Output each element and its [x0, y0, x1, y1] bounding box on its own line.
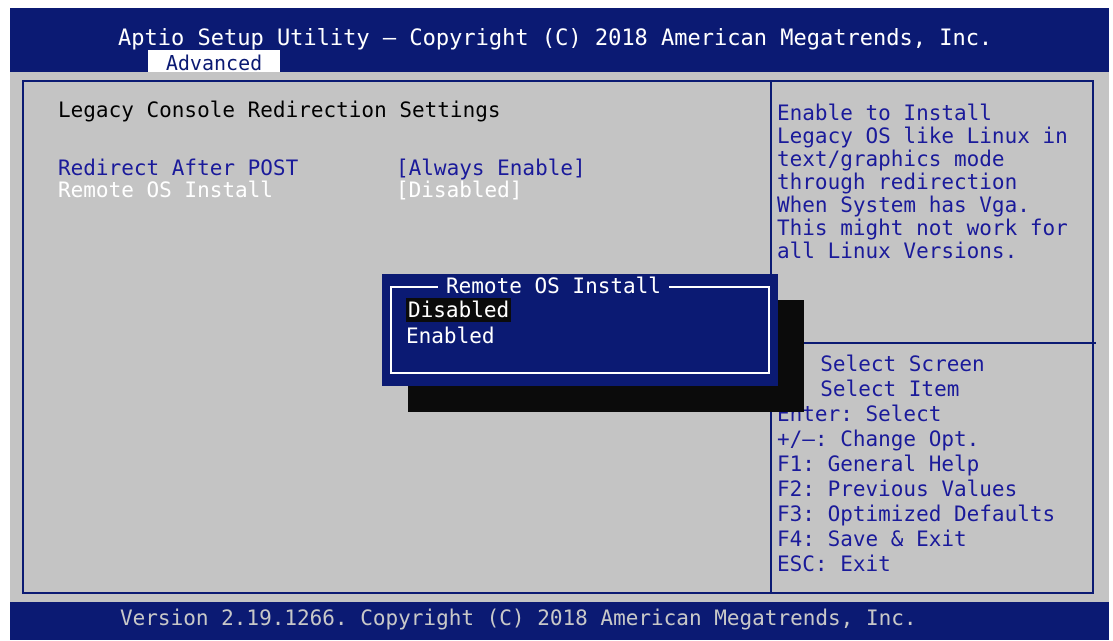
popup-option-disabled[interactable]: Disabled — [406, 298, 512, 322]
footer: Version 2.19.1266. Copyright (C) 2018 Am… — [10, 602, 1109, 640]
key-select-item: : Select Item — [777, 377, 1097, 402]
help-text: Enable to Install Legacy OS like Linux i… — [777, 102, 1097, 263]
footer-text: Version 2.19.1266. Copyright (C) 2018 Am… — [120, 606, 917, 630]
help-line: all Linux Versions. — [777, 239, 1018, 263]
bios-screen: Aptio Setup Utility – Copyright (C) 2018… — [10, 8, 1109, 640]
title-bar: Aptio Setup Utility – Copyright (C) 2018… — [10, 8, 1109, 76]
setting-value: [Disabled] — [396, 178, 523, 202]
app-title: Aptio Setup Utility – Copyright (C) 2018… — [118, 26, 993, 51]
section-title: Legacy Console Redirection Settings — [58, 98, 501, 122]
key-enter: Enter: Select — [777, 402, 942, 426]
key-f4: F4: Save & Exit — [777, 527, 967, 551]
help-line: Enable to Install — [777, 101, 992, 125]
key-f3: F3: Optimized Defaults — [777, 502, 1056, 526]
key-legend: : Select Screen : Select Item Enter: Sel… — [777, 352, 1097, 577]
setting-label: Redirect After POST — [58, 156, 299, 180]
key-f2: F2: Previous Values — [777, 477, 1018, 501]
popup-option-enabled[interactable]: Enabled — [406, 324, 495, 348]
setting-value: [Always Enable] — [396, 156, 586, 180]
key-select-screen: : Select Screen — [777, 352, 1097, 377]
setting-label: Remote OS Install — [58, 178, 273, 202]
remote-os-install-popup: Remote OS Install Disabled Enabled — [382, 274, 778, 386]
key-esc: ESC: Exit — [777, 552, 891, 576]
popup-title: Remote OS Install — [438, 274, 669, 298]
help-line: text/graphics mode — [777, 147, 1005, 171]
help-divider — [770, 342, 1096, 344]
help-line: This might not work for — [777, 216, 1068, 240]
help-line: through redirection — [777, 170, 1018, 194]
help-line: Legacy OS like Linux in — [777, 124, 1068, 148]
key-change-opt: +/–: Change Opt. — [777, 427, 980, 451]
main-panel: Legacy Console Redirection Settings Redi… — [10, 72, 1109, 602]
help-line: When System has Vga. — [777, 193, 1030, 217]
key-f1: F1: General Help — [777, 452, 980, 476]
